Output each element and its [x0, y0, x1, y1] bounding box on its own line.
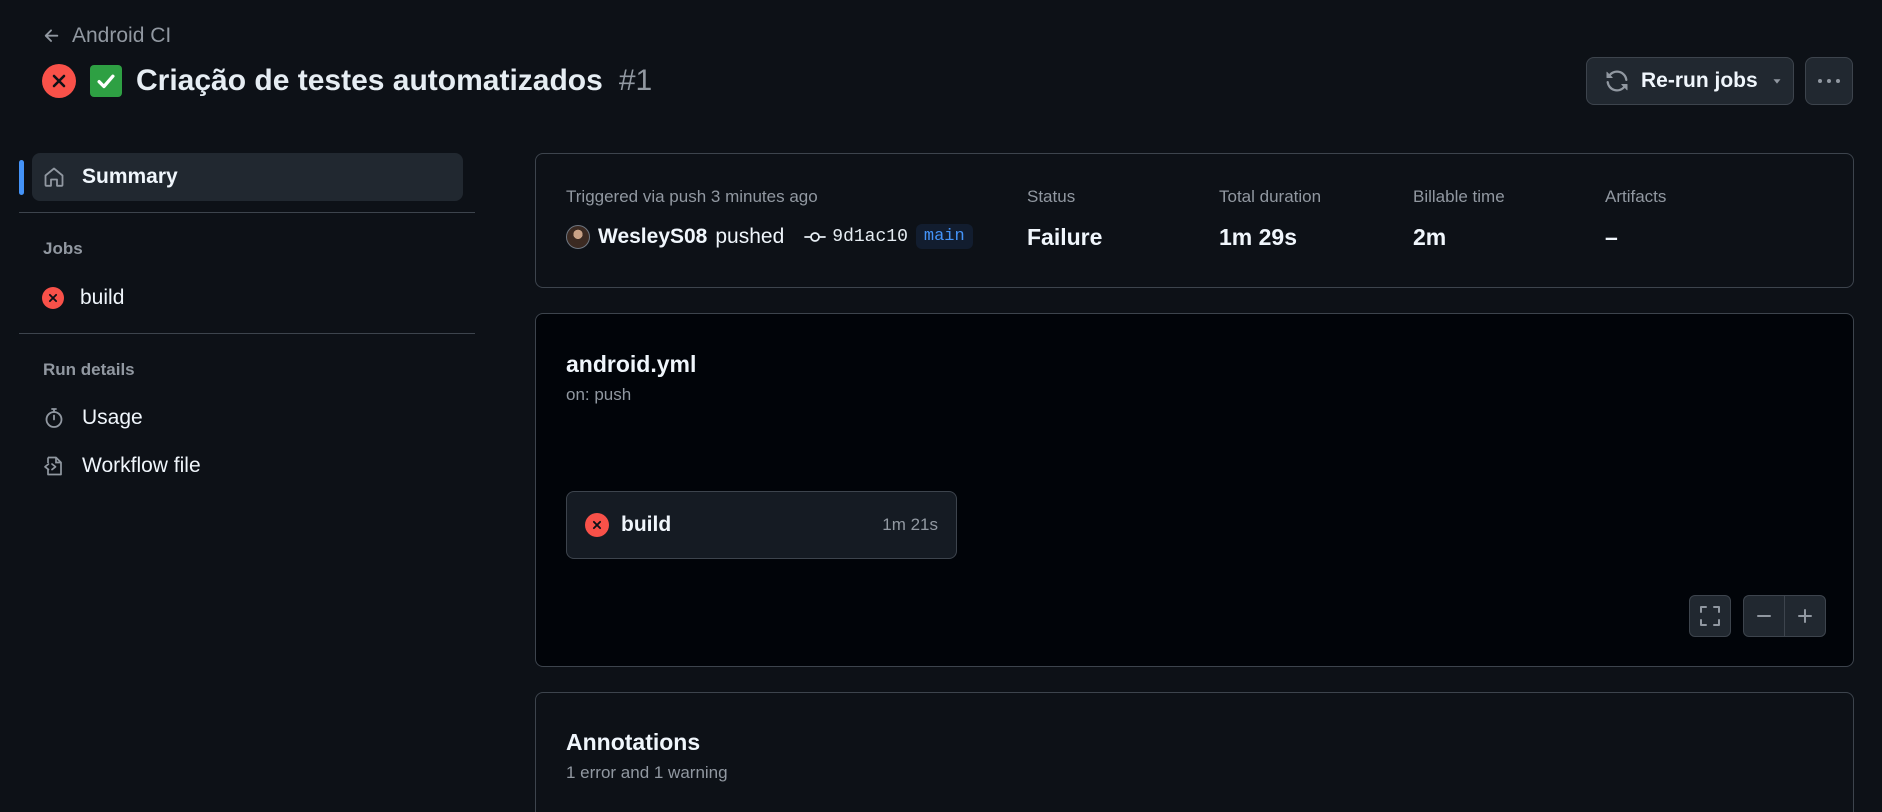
back-link-android-ci[interactable]: Android CI — [42, 24, 171, 48]
check-mark-emoji-icon — [90, 65, 122, 97]
sidebar-item-label: Workflow file — [82, 454, 201, 477]
sidebar-divider — [19, 212, 475, 213]
job-node-build[interactable]: build 1m 21s — [566, 491, 957, 559]
trigger-label: Triggered via push 3 minutes ago — [566, 187, 818, 206]
home-icon — [42, 165, 66, 189]
fullscreen-button[interactable] — [1689, 595, 1731, 637]
rerun-jobs-button[interactable]: Re-run jobs — [1586, 57, 1794, 105]
run-summary-card: Triggered via push 3 minutes ago WesleyS… — [535, 153, 1854, 288]
annotations-summary: 1 error and 1 warning — [566, 763, 728, 782]
workflow-file-name: android.yml — [566, 351, 697, 377]
page-title-row: Criação de testes automatizados #1 — [42, 64, 652, 98]
annotations-card: Annotations 1 error and 1 warning — [535, 692, 1854, 812]
sidebar-item-label: Summary — [82, 165, 178, 188]
duration-value: 1m 29s — [1219, 224, 1298, 250]
x-circle-fill-icon — [42, 64, 76, 98]
status-label: Status — [1027, 187, 1076, 206]
annotations-title: Annotations — [566, 729, 701, 755]
active-indicator — [19, 160, 24, 195]
duration-label: Total duration — [1219, 187, 1322, 206]
trigger-details: WesleyS08 pushed 9d1ac10 main — [566, 224, 973, 249]
sync-icon — [1605, 69, 1629, 93]
sidebar-item-summary[interactable]: Summary — [32, 153, 463, 201]
screen-full-icon — [1699, 605, 1721, 627]
jobs-heading: Jobs — [43, 239, 83, 258]
commit-link[interactable]: 9d1ac10 — [804, 227, 908, 247]
run-details-heading: Run details — [43, 360, 135, 379]
zoom-in-button[interactable] — [1784, 595, 1826, 637]
run-number: #1 — [618, 64, 653, 97]
branch-badge[interactable]: main — [915, 224, 973, 249]
kebab-horizontal-icon — [1817, 77, 1841, 85]
sidebar-item-label: Usage — [82, 406, 143, 429]
sidebar-item-workflow-file[interactable]: Workflow file — [32, 442, 463, 490]
x-circle-fill-icon — [585, 513, 609, 537]
workflow-trigger: on: push — [566, 385, 632, 404]
zoom-out-button[interactable] — [1743, 595, 1785, 637]
artifacts-label: Artifacts — [1605, 187, 1667, 206]
billable-time-value[interactable]: 2m — [1413, 224, 1446, 251]
actor-link[interactable]: WesleyS08 — [598, 225, 707, 249]
more-options-button[interactable] — [1805, 57, 1853, 105]
billable-time-label: Billable time — [1413, 187, 1505, 206]
job-name: build — [621, 513, 672, 536]
sidebar-item-build[interactable]: build — [32, 274, 463, 322]
stopwatch-icon — [42, 406, 66, 430]
job-duration: 1m 21s — [882, 515, 938, 534]
sidebar-item-usage[interactable]: Usage — [32, 394, 463, 442]
plus-icon — [1796, 607, 1814, 625]
arrow-left-icon — [42, 26, 62, 46]
avatar[interactable] — [566, 224, 590, 249]
artifacts-value: – — [1605, 224, 1618, 250]
status-value: Failure — [1027, 224, 1103, 250]
sidebar-item-label: build — [80, 286, 125, 309]
back-link-label: Android CI — [72, 24, 172, 47]
triangle-down-icon — [1770, 74, 1784, 88]
workflow-graph-card: android.yml on: push build 1m 21s — [535, 313, 1854, 667]
x-circle-fill-icon — [42, 287, 64, 309]
rerun-jobs-label: Re-run jobs — [1641, 69, 1758, 92]
git-commit-icon — [804, 231, 827, 243]
action-text: pushed — [715, 224, 785, 248]
commit-sha: 9d1ac10 — [832, 226, 908, 247]
file-code-icon — [42, 454, 66, 478]
page-title: Criação de testes automatizados — [136, 64, 603, 97]
sidebar-divider — [19, 333, 475, 334]
dash-icon — [1755, 607, 1773, 625]
